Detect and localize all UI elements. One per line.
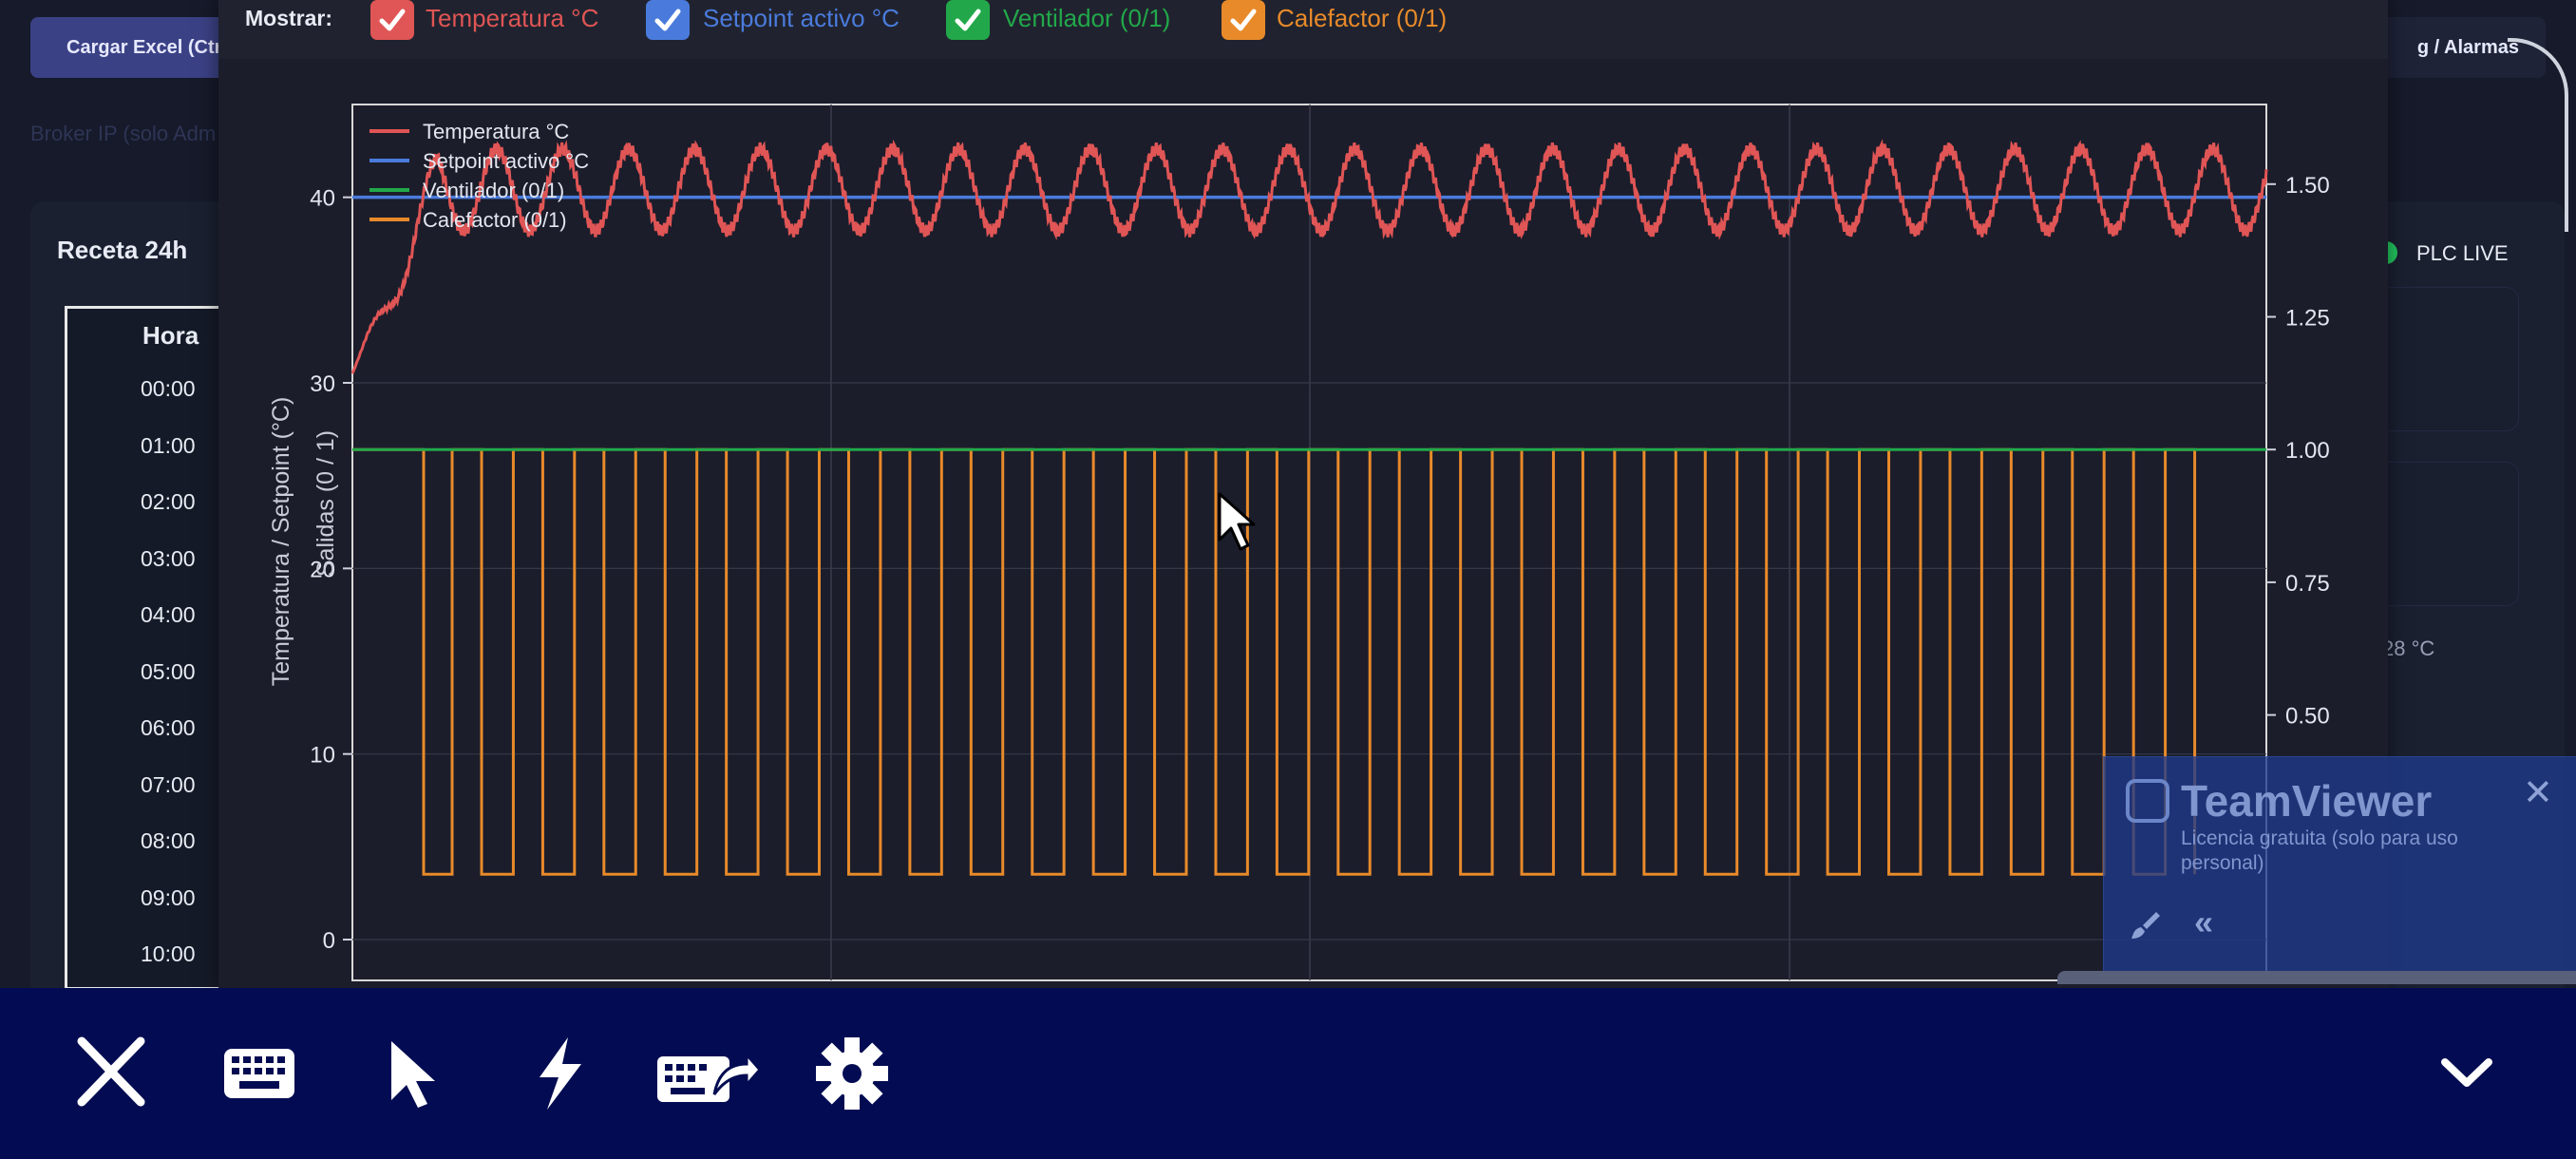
teamviewer-close-icon[interactable]: ✕ (2523, 771, 2553, 814)
teamviewer-collapse-icon[interactable]: « (2194, 902, 2213, 942)
close-icon[interactable] (68, 1036, 154, 1112)
load-excel-button[interactable]: Cargar Excel (Ctrl (30, 17, 249, 78)
legend-label: Ventilador (0/1) (423, 179, 564, 202)
y-tick-label: 0 (323, 928, 335, 954)
chevron-down-icon[interactable] (2424, 1036, 2510, 1112)
hour-row[interactable]: 06:00 (141, 715, 196, 741)
fan-checkbox[interactable] (946, 0, 990, 40)
hour-row[interactable]: 08:00 (141, 828, 196, 854)
y2-tick-label: 1.00 (2285, 438, 2330, 464)
mouse-cursor-icon (1218, 492, 1256, 551)
brush-icon[interactable] (2128, 908, 2162, 950)
scroll-indicator (2508, 38, 2568, 232)
y-tick-label: 10 (310, 743, 335, 769)
hour-row[interactable]: 01:00 (141, 433, 196, 459)
legend-label: Calefactor (0/1) (423, 208, 567, 232)
hour-column-header: Hora (142, 321, 199, 350)
hour-row[interactable]: 10:00 (141, 941, 196, 967)
hour-row[interactable]: 03:00 (141, 546, 196, 572)
hour-row[interactable]: 09:00 (141, 885, 196, 911)
temperature-checkbox[interactable] (370, 0, 414, 40)
chart-frame: 0 10 20 30 40 0.50 0.75 1.00 1.25 1.50 Temperatura… (232, 66, 2377, 988)
y-axis-label: Temperatura / Setpoint (°C) (268, 397, 294, 687)
y2-tick-label: 1.50 (2285, 173, 2330, 199)
keyboard-icon[interactable] (217, 1036, 302, 1112)
hour-row[interactable]: 07:00 (141, 772, 196, 798)
teamviewer-handle[interactable] (2057, 971, 2576, 984)
setpoint-toggle-label[interactable]: Setpoint activo °C (703, 4, 900, 33)
y2-axis-label: Salidas (0 / 1) (313, 430, 339, 577)
y-tick-label: 30 (310, 371, 335, 397)
heater-toggle-label[interactable]: Calefactor (0/1) (1277, 4, 1447, 33)
y-tick-label: 40 (310, 186, 335, 212)
lightning-icon[interactable] (519, 1036, 604, 1112)
fan-toggle-label[interactable]: Ventilador (0/1) (1003, 4, 1170, 33)
teamviewer-logo-icon (2126, 779, 2169, 823)
hour-row[interactable]: 04:00 (141, 602, 196, 628)
status-subcard (2375, 287, 2519, 431)
recipe-title: Receta 24h (57, 236, 188, 264)
status-subcard (2375, 462, 2519, 606)
settings-icon[interactable] (809, 1036, 895, 1112)
hour-row[interactable]: 02:00 (141, 489, 196, 515)
teamviewer-title: TeamViewer (2181, 776, 2433, 826)
heater-checkbox[interactable] (1222, 0, 1265, 40)
y2-tick-label: 0.75 (2285, 571, 2330, 597)
temperature-readout: 28 °C (2382, 636, 2435, 660)
hour-row[interactable]: 00:00 (141, 376, 196, 402)
pointer-icon[interactable] (370, 1036, 456, 1112)
chart-svg: 0102030400.500.751.001.251.50Temperatura… (268, 104, 2330, 981)
plc-status-label: PLC LIVE (2416, 241, 2509, 265)
temperature-toggle-label[interactable]: Temperatura °C (426, 4, 598, 33)
hour-row[interactable]: 05:00 (141, 659, 196, 685)
show-label: Mostrar: (245, 6, 333, 30)
setpoint-checkbox[interactable] (646, 0, 690, 40)
y2-tick-label: 1.25 (2285, 306, 2330, 332)
teamviewer-license-text: Licencia gratuita (solo para uso persona… (2181, 827, 2458, 874)
broker-ip-label: Broker IP (solo Adm (30, 122, 217, 145)
keyboard-shortcut-icon[interactable] (655, 1036, 760, 1112)
legend-label: Temperatura °C (423, 120, 569, 143)
y2-tick-label: 0.50 (2285, 704, 2330, 730)
legend-label: Setpoint activo °C (423, 149, 589, 173)
